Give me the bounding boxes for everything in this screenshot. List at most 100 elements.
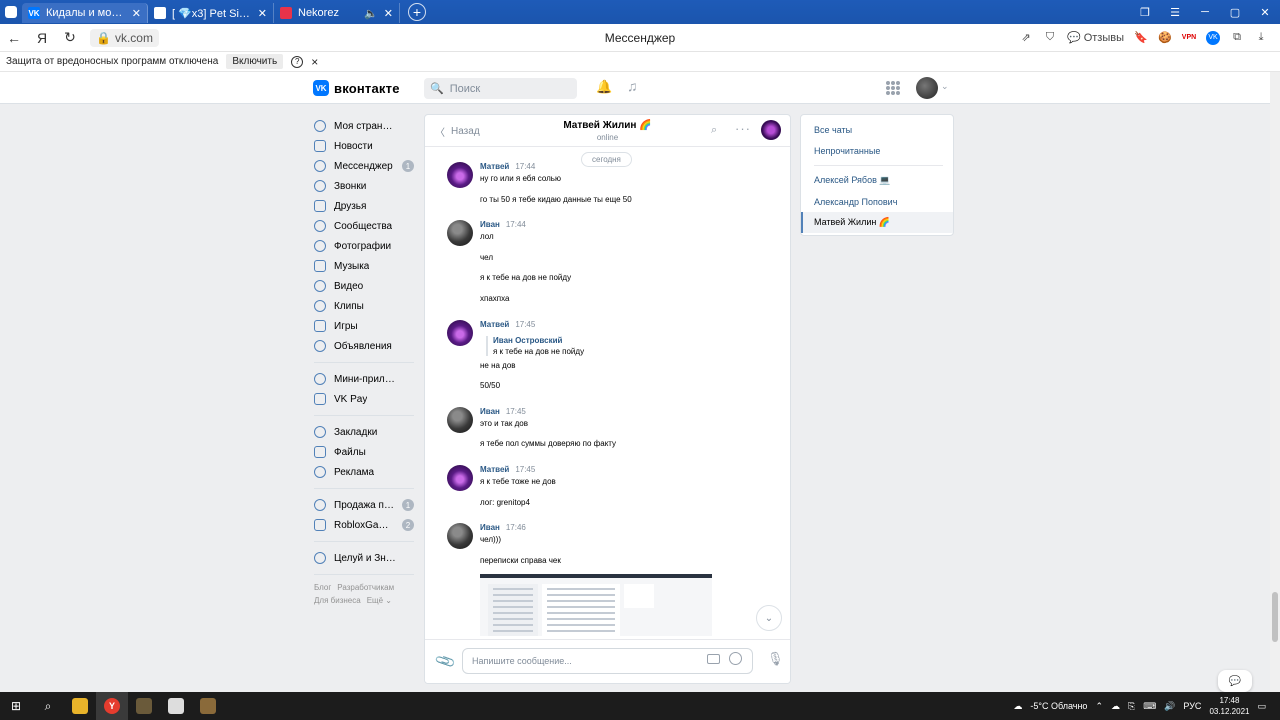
reviews-button[interactable]: 💬 Отзывы (1067, 31, 1124, 45)
chat-list-item[interactable]: Матвей Жилин 🌈 (801, 212, 953, 233)
network-icon[interactable]: ⌨ (1143, 701, 1156, 712)
sidebar-item[interactable]: Звонки (314, 176, 414, 196)
sidebar-item[interactable]: Музыка (314, 256, 414, 276)
vk-extension-icon[interactable]: VK (1206, 30, 1220, 45)
collections-icon[interactable]: ⧉ (1230, 31, 1244, 45)
filter-unread[interactable]: Непрочитанные (801, 140, 953, 161)
scrollbar-thumb[interactable] (1272, 592, 1278, 642)
cloud-icon[interactable]: ☁ (1111, 701, 1120, 712)
browser-tab[interactable]: [ 💎x3] Pet Simulator X! - R ✕ (148, 3, 274, 23)
close-bar-icon[interactable]: × (311, 55, 318, 69)
vk-logo[interactable]: VK вконтакте (313, 80, 400, 96)
music-icon[interactable]: ♫ (627, 78, 638, 94)
apps-grid-icon[interactable] (886, 81, 900, 95)
author-avatar[interactable] (447, 162, 473, 188)
chats-bubble-button[interactable]: 💬 (1218, 670, 1252, 692)
vk-search-input[interactable]: 🔍 Поиск (424, 78, 577, 99)
sidebar-item[interactable]: Клипы (314, 296, 414, 316)
tab-close-icon[interactable]: ✕ (258, 7, 267, 20)
sidebar-item[interactable]: VK Pay (314, 389, 414, 409)
author-avatar[interactable] (447, 220, 473, 247)
sidebar-item[interactable]: Файлы (314, 442, 414, 462)
sidebar-item[interactable]: Фотографии (314, 236, 414, 256)
peer-avatar[interactable] (761, 120, 781, 140)
chat-list-item[interactable]: Александр Попович (801, 191, 953, 212)
sidebar-item[interactable]: Сообщества (314, 216, 414, 236)
browser-tab[interactable]: VK Кидалы и мошенники в vk ✕ (22, 3, 148, 23)
author-avatar[interactable] (447, 319, 473, 346)
yandex-browser-button[interactable]: Y (96, 692, 128, 720)
sidebar-item[interactable]: Целуй и Знакомься (314, 548, 414, 568)
reply-quote[interactable]: Иван Островский я к тебе на дов не пойду (486, 335, 584, 356)
author-name[interactable]: Иван (480, 220, 500, 229)
protect-icon[interactable]: ⛉ (1043, 31, 1057, 45)
explorer-button[interactable] (64, 692, 96, 720)
enable-protection-button[interactable]: Включить (226, 54, 284, 69)
author-name[interactable]: Иван (480, 407, 500, 416)
sidebar-item[interactable]: Мини-приложения (314, 369, 414, 389)
language-indicator[interactable]: РУС (1183, 701, 1201, 711)
sidebar-item[interactable]: Мессенджер 1 (314, 156, 414, 176)
footer-link[interactable]: Разработчикам (337, 583, 394, 592)
chat-list-item[interactable]: Алексей Рябов 💻 (801, 170, 953, 191)
page-scrollbar[interactable] (1270, 72, 1280, 692)
app-button[interactable] (192, 692, 224, 720)
author-avatar[interactable] (447, 465, 473, 491)
bell-icon[interactable]: 🔔 (596, 79, 612, 95)
new-tab-button[interactable]: + (408, 3, 426, 21)
yandex-icon[interactable]: Я (28, 30, 56, 46)
sidebar-item[interactable]: Объявления (314, 336, 414, 356)
app-button[interactable] (128, 692, 160, 720)
footer-link[interactable]: Для бизнеса (314, 596, 361, 605)
attach-icon[interactable]: 📎 (434, 650, 458, 673)
chevron-down-icon[interactable]: ⌄ (941, 81, 949, 92)
sidebar-item[interactable]: Игры (314, 316, 414, 336)
minimize-icon[interactable]: ─ (1190, 0, 1220, 24)
url-field[interactable]: 🔒 vk.com (90, 28, 159, 47)
tabs-overview-icon[interactable]: ❐ (1130, 0, 1160, 24)
emoji-icon[interactable] (729, 652, 742, 665)
download-icon[interactable]: ⤓ (1254, 31, 1268, 45)
browser-tab[interactable]: Nekorez 🔈 ✕ (274, 3, 400, 23)
sidebar-item[interactable]: Продажа пето... 1 (314, 495, 414, 515)
weather-text[interactable]: -5°C Облачно (1030, 701, 1087, 711)
sidebar-item[interactable]: Моя страница (314, 116, 414, 136)
tab-close-icon[interactable]: ✕ (384, 7, 393, 20)
share-icon[interactable]: ⇗ (1019, 31, 1033, 45)
sidebar-item[interactable]: Друзья (314, 196, 414, 216)
filter-all-chats[interactable]: Все чаты (801, 119, 953, 140)
reload-icon[interactable]: ↻ (56, 29, 84, 46)
maximize-icon[interactable]: ▢ (1220, 0, 1250, 24)
search-icon[interactable]: ⌕ (711, 124, 717, 137)
volume-icon[interactable]: 🔊 (1164, 701, 1175, 712)
author-name[interactable]: Матвей (480, 465, 509, 474)
tab-close-icon[interactable]: ✕ (132, 7, 141, 20)
footer-link[interactable]: Ещё ⌄ (367, 596, 392, 605)
author-name[interactable]: Иван (480, 523, 500, 532)
more-icon[interactable]: ··· (735, 121, 751, 136)
sidebar-item[interactable]: Видео (314, 276, 414, 296)
action-center-icon[interactable]: ▭ (1257, 701, 1266, 712)
camera-icon[interactable] (707, 654, 720, 664)
close-icon[interactable]: ✕ (1250, 0, 1280, 24)
author-avatar[interactable] (447, 406, 473, 433)
sidebar-item[interactable]: Реклама (314, 462, 414, 482)
scroll-down-button[interactable]: ⌄ (756, 605, 782, 631)
back-arrow-icon[interactable]: ← (0, 30, 28, 46)
browser-menu-button[interactable] (0, 0, 22, 24)
footer-link[interactable]: Блог (314, 583, 331, 592)
image-attachment[interactable] (480, 574, 712, 637)
app-button[interactable] (160, 692, 192, 720)
cookie-extension-icon[interactable]: 🍪 (1158, 31, 1172, 45)
message-history[interactable]: сегодня Матвей 17:44 ну го или я ебя солью… (425, 148, 790, 641)
author-name[interactable]: Матвей (480, 320, 509, 329)
sidebar-item[interactable]: RobloxGame [ ... 2 (314, 515, 414, 535)
author-name[interactable]: Матвей (480, 162, 509, 171)
microphone-icon[interactable]: 🎙 (767, 651, 784, 667)
sidebar-item[interactable]: Закладки (314, 422, 414, 442)
sidebar-item[interactable]: Новости (314, 136, 414, 156)
help-icon[interactable]: ? (291, 55, 304, 68)
vpn-extension-icon[interactable]: VPN (1182, 31, 1196, 45)
bookmark-icon[interactable]: 🔖 (1134, 31, 1148, 45)
notifications-icon[interactable]: ☰ (1160, 0, 1190, 24)
